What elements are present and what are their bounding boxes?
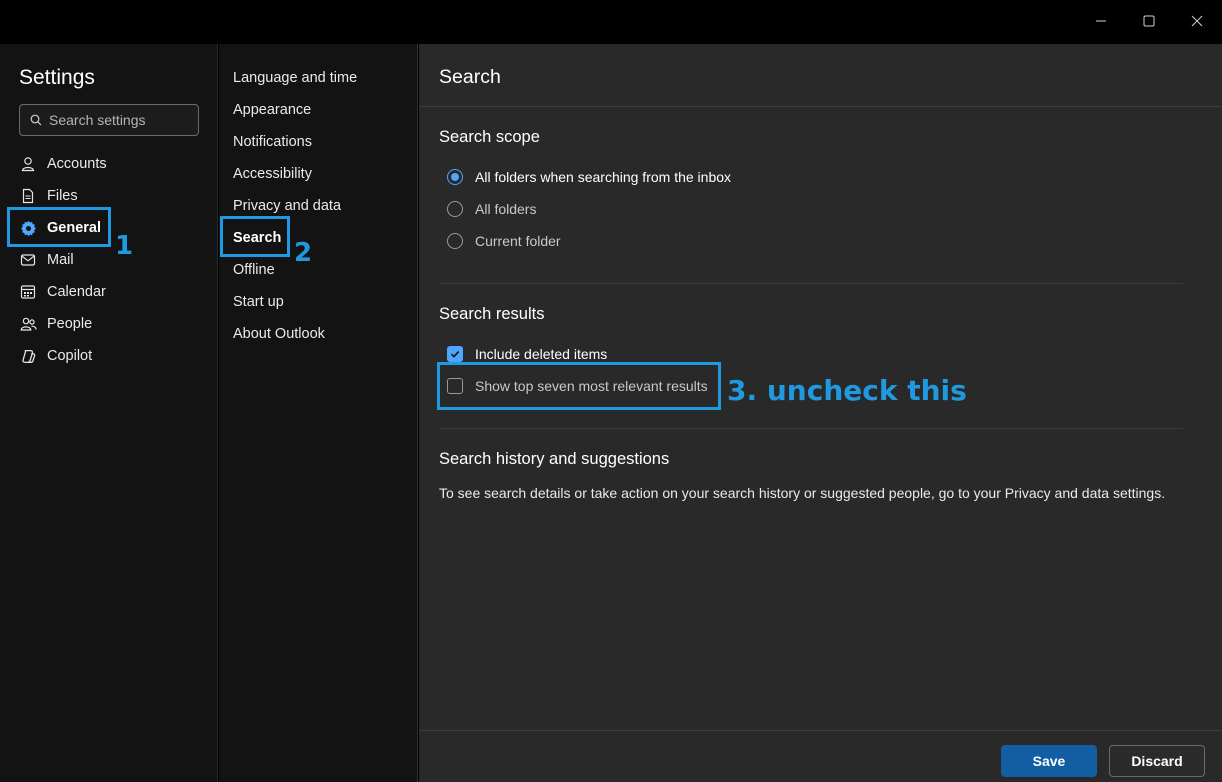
subnav-item-privacy-and-data[interactable]: Privacy and data — [233, 195, 341, 217]
search-history-text: To see search details or take action on … — [439, 485, 1166, 501]
include-deleted-items-option[interactable]: Include deleted items — [447, 344, 607, 364]
sidebar-item-label: People — [47, 316, 93, 332]
maximize-button[interactable] — [1134, 8, 1164, 34]
sidebar-item-label: Calendar — [47, 284, 106, 300]
scope-option-label: All folders when searching from the inbo… — [475, 169, 732, 185]
sidebar-item-label: Copilot — [47, 348, 93, 364]
people-icon — [19, 315, 37, 333]
subnav-item-about-outlook[interactable]: About Outlook — [233, 323, 325, 345]
title-divider — [419, 106, 1222, 107]
search-settings-panel: Search Search scope All folders when sea… — [419, 44, 1222, 782]
page-title: Search — [439, 66, 501, 88]
subnav-item-accessibility[interactable]: Accessibility — [233, 163, 312, 185]
annotation-step-1: 1 — [115, 231, 134, 261]
subnav-item-language-and-time[interactable]: Language and time — [233, 67, 357, 89]
subnav-item-start-up[interactable]: Start up — [233, 291, 284, 313]
scope-option-label: All folders — [475, 201, 537, 217]
sidebar-item-people[interactable]: People — [19, 312, 92, 336]
checkmark-icon — [450, 351, 460, 358]
maximize-icon — [1143, 15, 1155, 27]
file-icon — [19, 187, 37, 205]
radio-checked[interactable] — [447, 169, 463, 185]
annotation-box-search — [220, 216, 290, 257]
general-subnav: Language and time Appearance Notificatio… — [219, 44, 418, 782]
section-divider — [439, 283, 1183, 284]
results-option-label: Include deleted items — [475, 346, 608, 362]
calendar-icon — [19, 283, 37, 301]
settings-footer: Save Discard — [419, 730, 1222, 782]
sidebar-item-label: Files — [47, 188, 78, 204]
close-icon — [1191, 15, 1203, 27]
sidebar-item-copilot[interactable]: Copilot — [19, 344, 92, 368]
search-settings-box[interactable] — [19, 104, 199, 136]
scope-option-all-folders[interactable]: All folders — [447, 199, 536, 219]
sidebar-item-label: Accounts — [47, 156, 107, 172]
search-history-title: Search history and suggestions — [439, 450, 670, 468]
subnav-item-offline[interactable]: Offline — [233, 259, 275, 281]
annotation-box-top-seven — [437, 362, 721, 410]
radio-unchecked[interactable] — [447, 201, 463, 217]
title-bar — [0, 0, 1222, 44]
minimize-icon — [1096, 20, 1106, 22]
scope-option-current-folder[interactable]: Current folder — [447, 231, 561, 251]
search-icon — [30, 114, 42, 126]
minimize-button[interactable] — [1086, 8, 1116, 34]
annotation-box-general — [7, 207, 111, 247]
subnav-item-appearance[interactable]: Appearance — [233, 99, 311, 121]
search-results-title: Search results — [439, 305, 545, 323]
settings-title: Settings — [19, 66, 95, 89]
search-settings-input[interactable] — [49, 112, 189, 128]
sidebar-item-label: Mail — [47, 252, 74, 268]
section-divider — [439, 428, 1183, 429]
sidebar-item-files[interactable]: Files — [19, 184, 78, 208]
annotation-step-2: 2 — [294, 238, 313, 268]
radio-unchecked[interactable] — [447, 233, 463, 249]
sidebar-item-mail[interactable]: Mail — [19, 248, 74, 272]
checkbox-checked[interactable] — [447, 346, 463, 362]
person-icon — [19, 155, 37, 173]
close-button[interactable] — [1182, 8, 1212, 34]
sidebar-item-calendar[interactable]: Calendar — [19, 280, 106, 304]
copilot-icon — [19, 347, 37, 365]
scope-option-label: Current folder — [475, 233, 561, 249]
mail-icon — [19, 251, 37, 269]
sidebar-item-accounts[interactable]: Accounts — [19, 152, 107, 176]
settings-sidebar: Settings Accounts Files General Mail Cal… — [0, 44, 218, 782]
scope-option-inbox[interactable]: All folders when searching from the inbo… — [447, 167, 731, 187]
save-button[interactable]: Save — [1001, 745, 1097, 777]
search-scope-title: Search scope — [439, 128, 540, 146]
discard-button[interactable]: Discard — [1109, 745, 1205, 777]
subnav-item-notifications[interactable]: Notifications — [233, 131, 312, 153]
annotation-step-3: 3. uncheck this — [727, 374, 967, 407]
